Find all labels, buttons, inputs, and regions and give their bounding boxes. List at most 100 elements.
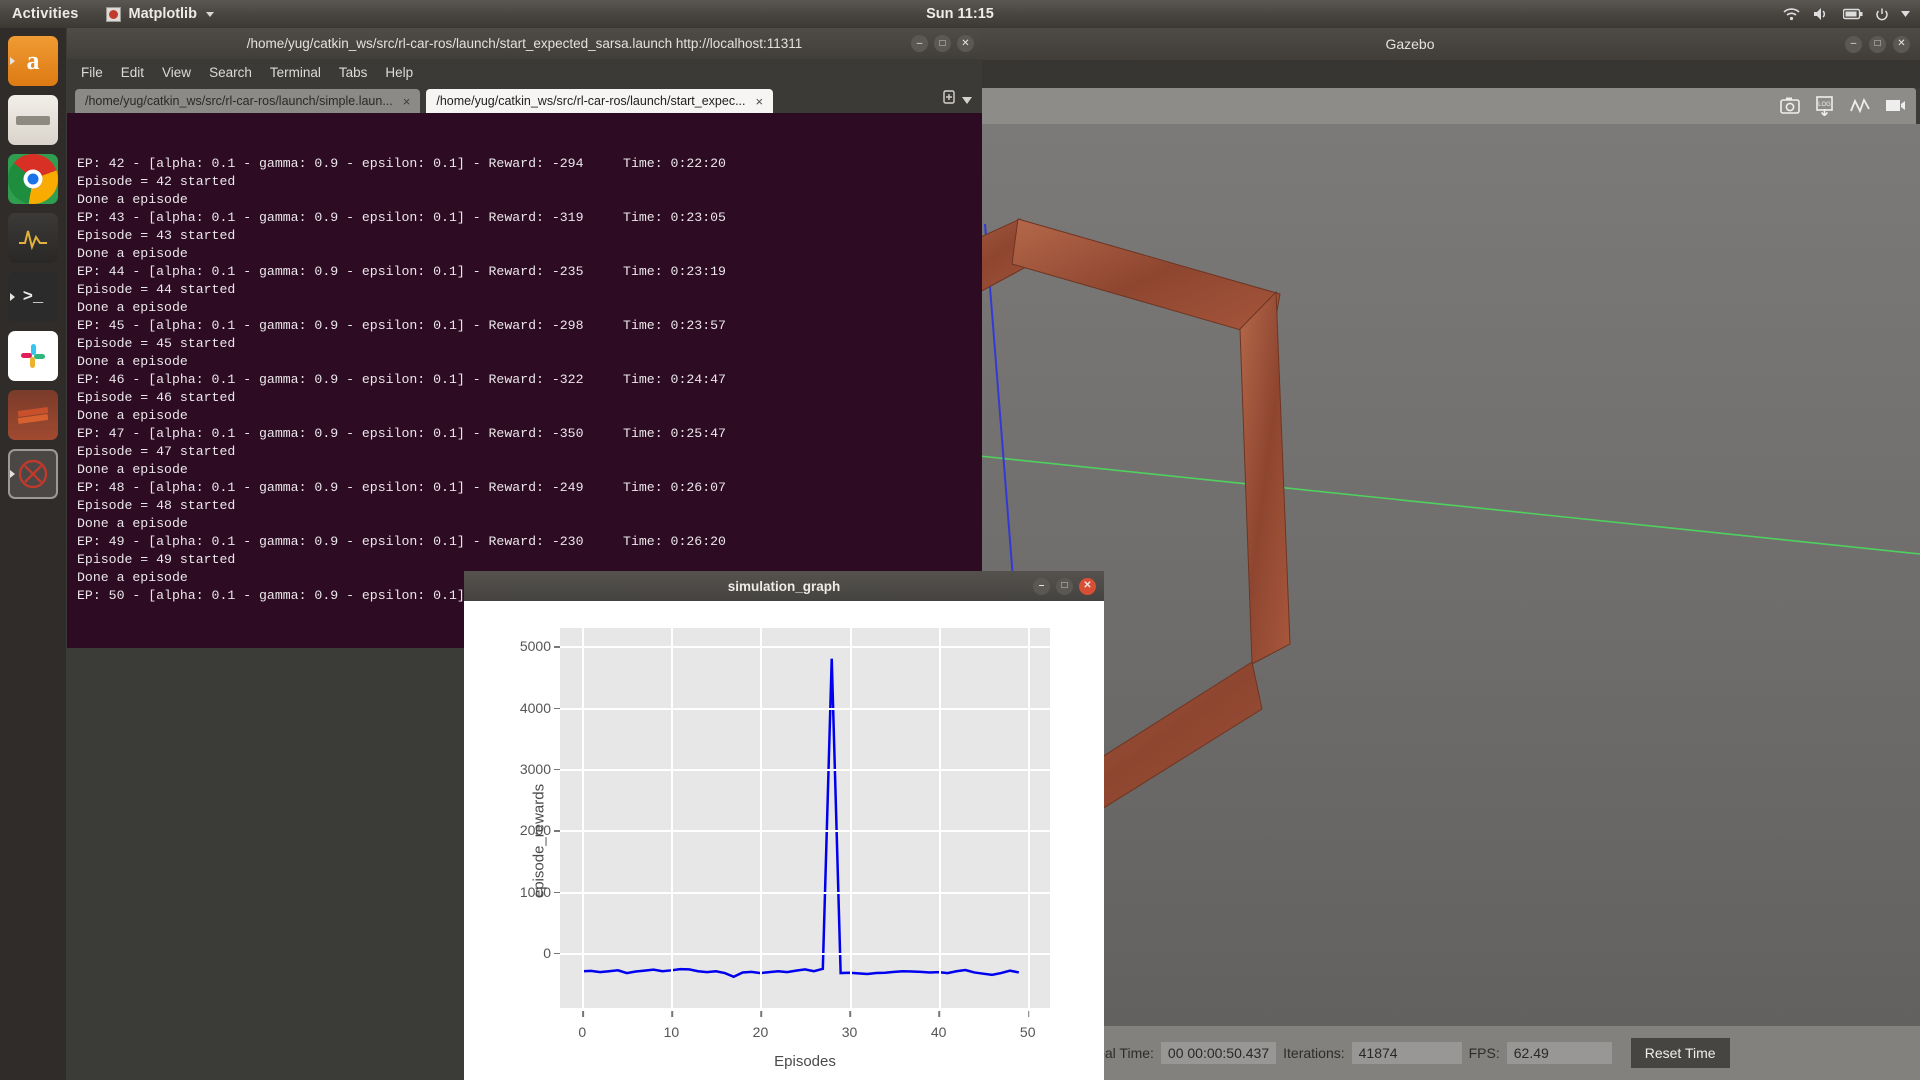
matplotlib-title-bar[interactable]: simulation_graph – □ ✕ bbox=[464, 571, 1104, 601]
terminal-tab-start-expected-sarsa[interactable]: /home/yug/catkin_ws/src/rl-car-ros/launc… bbox=[426, 89, 773, 113]
plot-icon[interactable] bbox=[1849, 96, 1871, 116]
menu-item-file[interactable]: File bbox=[81, 65, 103, 80]
matplotlib-maximize-button[interactable]: □ bbox=[1056, 578, 1073, 595]
amazon-icon: a bbox=[27, 46, 40, 76]
reset-time-button[interactable]: Reset Time bbox=[1631, 1038, 1730, 1068]
gazebo-maximize-button[interactable]: □ bbox=[1869, 36, 1886, 53]
menu-item-search[interactable]: Search bbox=[209, 65, 252, 80]
menu-item-help[interactable]: Help bbox=[385, 65, 413, 80]
clock[interactable]: Sun 11:15 bbox=[0, 6, 1920, 22]
terminal-line: Done a episode bbox=[77, 299, 982, 317]
menu-item-terminal[interactable]: Terminal bbox=[270, 65, 321, 80]
terminal-minimize-button[interactable]: – bbox=[911, 35, 928, 52]
terminal-line: EP: 45 - [alpha: 0.1 - gamma: 0.9 - epsi… bbox=[77, 317, 982, 335]
real-time-value: 00 00:00:50.437 bbox=[1161, 1042, 1276, 1064]
books-icon bbox=[16, 402, 50, 428]
terminal-line: Episode = 44 started bbox=[77, 281, 982, 299]
plot-axes[interactable]: 01000200030004000500001020304050 bbox=[560, 628, 1050, 1008]
screenshot-icon[interactable] bbox=[1779, 96, 1801, 116]
terminal-maximize-button[interactable]: □ bbox=[934, 35, 951, 52]
terminal-line: Done a episode bbox=[77, 245, 982, 263]
y-axis-tick: 3000 bbox=[520, 761, 551, 777]
x-axis-tick: 40 bbox=[931, 1024, 947, 1040]
terminal-line: Done a episode bbox=[77, 191, 982, 209]
gazebo-close-button[interactable]: ✕ bbox=[1893, 36, 1910, 53]
launcher-show-applications[interactable] bbox=[8, 1016, 58, 1066]
terminal-title-text: /home/yug/catkin_ws/src/rl-car-ros/launc… bbox=[247, 36, 803, 51]
terminal-line: Done a episode bbox=[77, 461, 982, 479]
wifi-icon[interactable] bbox=[1783, 8, 1800, 21]
terminal-tab-label: /home/yug/catkin_ws/src/rl-car-ros/launc… bbox=[85, 94, 393, 108]
gazebo-minimize-button[interactable]: – bbox=[1845, 36, 1862, 53]
terminal-line: Done a episode bbox=[77, 407, 982, 425]
terminal-tab-simple-launch[interactable]: /home/yug/catkin_ws/src/rl-car-ros/launc… bbox=[75, 89, 420, 113]
x-axis-tick: 0 bbox=[578, 1024, 586, 1040]
volume-icon[interactable] bbox=[1813, 7, 1830, 21]
terminal-icon: >_ bbox=[23, 288, 43, 307]
menu-item-view[interactable]: View bbox=[162, 65, 191, 80]
episode-rewards-line bbox=[582, 659, 1019, 977]
ubuntu-launcher: a >_ bbox=[0, 28, 66, 1080]
gridline-vertical bbox=[760, 628, 762, 1008]
terminal-output[interactable]: EP: 42 - [alpha: 0.1 - gamma: 0.9 - epsi… bbox=[67, 113, 982, 648]
log-icon[interactable]: LOG bbox=[1814, 96, 1836, 116]
gridline-horizontal bbox=[560, 830, 1050, 832]
reward-line-series bbox=[560, 628, 1050, 1008]
gazebo-title-bar[interactable]: Gazebo – □ ✕ bbox=[900, 28, 1920, 60]
activities-button[interactable]: Activities bbox=[12, 6, 78, 22]
chevron-down-icon[interactable] bbox=[962, 91, 972, 109]
terminal-menu-bar: File Edit View Search Terminal Tabs Help bbox=[67, 59, 982, 85]
gazebo-title-text: Gazebo bbox=[1385, 36, 1434, 52]
gridline-vertical bbox=[939, 628, 941, 1008]
gazebo-toolbar-right-icons: LOG bbox=[1779, 96, 1906, 116]
terminal-line: EP: 46 - [alpha: 0.1 - gamma: 0.9 - epsi… bbox=[77, 371, 982, 389]
launcher-item-files[interactable] bbox=[8, 95, 58, 145]
terminal-title-bar[interactable]: /home/yug/catkin_ws/src/rl-car-ros/launc… bbox=[67, 28, 982, 59]
x-axis-tick: 50 bbox=[1020, 1024, 1036, 1040]
matplotlib-close-button[interactable]: ✕ bbox=[1079, 578, 1096, 595]
menu-item-edit[interactable]: Edit bbox=[121, 65, 144, 80]
terminal-line: EP: 43 - [alpha: 0.1 - gamma: 0.9 - epsi… bbox=[77, 209, 982, 227]
files-icon bbox=[16, 116, 50, 125]
fps-value: 62.49 bbox=[1507, 1042, 1612, 1064]
terminal-tab-label: /home/yug/catkin_ws/src/rl-car-ros/launc… bbox=[436, 94, 745, 108]
terminal-line: Done a episode bbox=[77, 353, 982, 371]
gazebo-toolbar[interactable]: LOG bbox=[904, 88, 1916, 124]
gridline-vertical bbox=[582, 628, 584, 1008]
menu-item-tabs[interactable]: Tabs bbox=[339, 65, 368, 80]
close-icon[interactable]: × bbox=[403, 94, 411, 109]
video-icon[interactable] bbox=[1884, 96, 1906, 116]
system-monitor-icon bbox=[17, 225, 49, 251]
power-icon[interactable] bbox=[1876, 8, 1888, 21]
launcher-item-books[interactable] bbox=[8, 390, 58, 440]
y-axis-tick: 5000 bbox=[520, 638, 551, 654]
gazebo-menu-bar[interactable] bbox=[900, 60, 1920, 88]
gnome-top-panel: Activities Matplotlib Sun 11:15 bbox=[0, 0, 1920, 28]
launcher-item-gazebo[interactable] bbox=[8, 449, 58, 499]
launcher-item-slack[interactable] bbox=[8, 331, 58, 381]
system-tray bbox=[1783, 7, 1910, 21]
chevron-down-icon bbox=[206, 12, 214, 17]
launcher-item-terminal[interactable]: >_ bbox=[8, 272, 58, 322]
matplotlib-window-buttons: – □ ✕ bbox=[1033, 578, 1096, 595]
new-tab-icon[interactable] bbox=[942, 90, 956, 110]
terminal-tab-controls bbox=[942, 90, 982, 113]
terminal-close-button[interactable]: ✕ bbox=[957, 35, 974, 52]
app-menu-label: Matplotlib bbox=[128, 6, 196, 22]
svg-text:LOG: LOG bbox=[1818, 102, 1831, 108]
iterations-label: Iterations: bbox=[1283, 1045, 1344, 1061]
chevron-down-icon[interactable] bbox=[1901, 11, 1910, 17]
matplotlib-minimize-button[interactable]: – bbox=[1033, 578, 1050, 595]
terminal-line: Episode = 46 started bbox=[77, 389, 982, 407]
gazebo-window-buttons: – □ ✕ bbox=[1845, 36, 1910, 53]
x-axis-label: Episodes bbox=[560, 1053, 1050, 1070]
gridline-horizontal bbox=[560, 708, 1050, 710]
launcher-item-chrome[interactable] bbox=[8, 154, 58, 204]
launcher-item-amazon[interactable]: a bbox=[8, 36, 58, 86]
terminal-line: Episode = 47 started bbox=[77, 443, 982, 461]
close-icon[interactable]: × bbox=[756, 94, 764, 109]
gridline-horizontal bbox=[560, 892, 1050, 894]
app-menu[interactable]: Matplotlib bbox=[106, 6, 213, 22]
battery-icon[interactable] bbox=[1843, 8, 1863, 20]
launcher-item-system-monitor[interactable] bbox=[8, 213, 58, 263]
